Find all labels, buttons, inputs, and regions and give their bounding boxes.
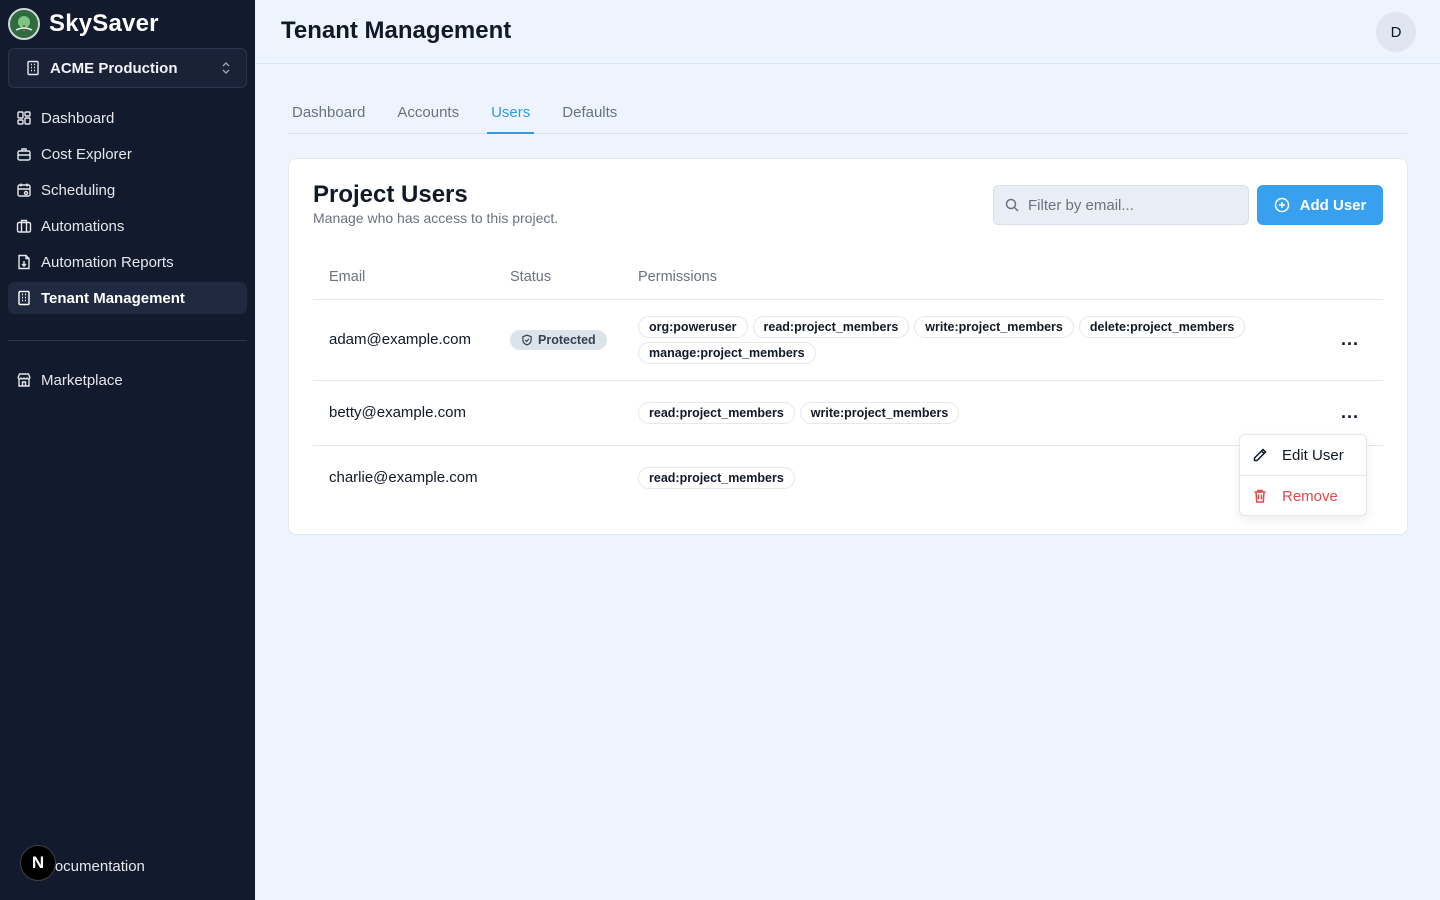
sidebar-item-label: Cost Explorer <box>41 145 132 163</box>
documentation-link[interactable]: Documentation <box>44 858 145 875</box>
users-table: Email Status Permissions adam@example.co… <box>313 255 1383 510</box>
column-header-status: Status <box>494 255 622 300</box>
brand[interactable]: SkySaver <box>8 7 159 41</box>
card-title: Project Users <box>313 181 468 208</box>
permission-pill: write:project_members <box>914 315 1074 338</box>
search-icon <box>1005 198 1019 212</box>
edit-user-label: Edit User <box>1282 446 1344 464</box>
top-header: Tenant Management D <box>255 0 1440 64</box>
tenant-selector[interactable]: ACME Production <box>8 48 247 88</box>
remove-user-label: Remove <box>1282 487 1338 505</box>
shield-check-icon <box>522 333 532 346</box>
cell-actions: ... <box>1302 299 1383 381</box>
tab-dashboard[interactable]: Dashboard <box>288 96 369 134</box>
skysaver-logo-icon <box>8 8 40 40</box>
sidebar-item-label: Tenant Management <box>41 289 185 307</box>
cost-explorer-icon <box>17 148 31 161</box>
table-row: adam@example.com Protected org:poweruser… <box>313 299 1383 381</box>
tab-defaults[interactable]: Defaults <box>558 96 621 134</box>
sidebar-item-marketplace[interactable]: Marketplace <box>8 364 247 396</box>
chevron-up-down-icon <box>222 62 230 74</box>
sidebar-item-label: Marketplace <box>41 371 123 389</box>
column-header-permissions: Permissions <box>622 255 1302 300</box>
building-icon <box>27 60 39 76</box>
store-icon <box>17 373 31 387</box>
permission-pill: read:project_members <box>752 315 910 338</box>
sidebar-nav-secondary: Marketplace <box>8 364 247 400</box>
user-avatar[interactable]: D <box>1376 12 1416 52</box>
permission-pill: write:project_members <box>799 401 960 424</box>
table-row: betty@example.com read:project_members wr… <box>313 380 1383 446</box>
cell-status <box>494 380 622 446</box>
column-header-email: Email <box>313 255 494 300</box>
permission-pill: manage:project_members <box>638 341 816 364</box>
sidebar-item-dashboard[interactable]: Dashboard <box>8 102 247 134</box>
cell-email: adam@example.com <box>313 299 494 381</box>
sidebar-item-automation-reports[interactable]: Automation Reports <box>8 246 247 278</box>
sidebar-item-label: Dashboard <box>41 109 115 127</box>
tenant-tabs: Dashboard Accounts Users Defaults <box>288 96 1407 134</box>
row-actions-button[interactable]: ... <box>1318 329 1382 350</box>
row-actions-menu: Edit User Remove <box>1239 434 1367 516</box>
app-name: SkySaver <box>49 10 159 37</box>
building-icon <box>18 290 30 306</box>
sidebar-item-tenant-management[interactable]: Tenant Management <box>8 282 247 314</box>
sidebar: SkySaver ACME Production Dashboard Cost … <box>0 0 255 900</box>
column-header-actions <box>1302 255 1383 300</box>
sidebar-item-cost-explorer[interactable]: Cost Explorer <box>8 138 247 170</box>
tab-accounts[interactable]: Accounts <box>393 96 463 134</box>
sidebar-item-automations[interactable]: Automations <box>8 210 247 242</box>
permission-pill: read:project_members <box>638 466 795 489</box>
dashboard-icon <box>17 111 31 125</box>
table-header-row: Email Status Permissions <box>313 255 1383 300</box>
tab-users[interactable]: Users <box>487 96 535 134</box>
status-badge-label: Protected <box>538 332 596 347</box>
cell-email: betty@example.com <box>313 380 494 446</box>
row-actions-button[interactable]: ... <box>1318 402 1382 423</box>
email-filter-input[interactable] <box>1028 196 1238 214</box>
permission-pill: read:project_members <box>638 401 795 424</box>
cell-permissions: org:poweruser read:project_members write:p… <box>622 299 1302 381</box>
trash-icon <box>1254 489 1266 503</box>
permission-pill: org:poweruser <box>638 315 748 338</box>
cell-email: charlie@example.com <box>329 469 478 487</box>
report-icon <box>18 254 30 270</box>
sidebar-item-scheduling[interactable]: Scheduling <box>8 174 247 206</box>
tenant-selector-label: ACME Production <box>50 59 178 77</box>
remove-user-menu-item[interactable]: Remove <box>1240 476 1366 516</box>
edit-user-menu-item[interactable]: Edit User <box>1240 435 1366 475</box>
status-badge: Protected <box>510 329 607 350</box>
plus-circle-icon <box>1274 197 1289 213</box>
sidebar-item-label: Automations <box>41 217 125 235</box>
add-user-button[interactable]: Add User <box>1257 185 1383 225</box>
permission-pill: delete:project_members <box>1078 315 1246 338</box>
add-user-label: Add User <box>1299 196 1367 214</box>
table-row: charlie@example.com read:project_members <box>313 445 1383 510</box>
cell-status: Protected <box>494 299 622 381</box>
cell-permissions: read:project_members <box>622 445 1302 510</box>
calendar-icon <box>17 183 31 197</box>
cell-permissions: read:project_members write:project_member… <box>622 380 1302 446</box>
sidebar-nav: Dashboard Cost Explorer Scheduling Autom… <box>8 102 247 318</box>
pencil-icon <box>1253 448 1267 462</box>
nextjs-badge-icon[interactable]: N <box>20 845 56 881</box>
briefcase-icon <box>16 219 32 233</box>
sidebar-divider <box>8 340 247 341</box>
email-filter <box>993 185 1249 225</box>
page-title: Tenant Management <box>281 17 512 44</box>
sidebar-item-label: Scheduling <box>41 181 116 199</box>
sidebar-item-label: Automation Reports <box>41 253 174 271</box>
card-subtitle: Manage who has access to this project. <box>313 210 559 226</box>
cell-status <box>494 445 622 510</box>
